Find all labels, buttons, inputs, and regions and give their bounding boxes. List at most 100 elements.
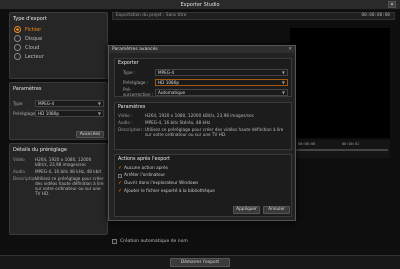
dialog-mode-select[interactable]: Automatique ▼ bbox=[155, 88, 288, 96]
scrub-track[interactable] bbox=[292, 149, 388, 151]
start-export-button[interactable]: Démarrer l'export bbox=[170, 258, 230, 267]
left-panel: Type d'export Fichier Disque Cloud Lecte… bbox=[9, 12, 108, 255]
dialog-preset-label: Préréglage : bbox=[123, 79, 149, 85]
video-label: Vidéo bbox=[13, 157, 25, 162]
player-icon bbox=[14, 53, 21, 60]
file-icon bbox=[14, 26, 21, 33]
video-preview bbox=[290, 28, 390, 138]
export-section-header: Exporter bbox=[118, 61, 139, 66]
parameters-panel: Paramètres Type MPEG-4 ▼ Préréglage HD 1… bbox=[9, 82, 108, 140]
preset-label: Préréglage bbox=[13, 110, 36, 116]
dialog-description-label: Description : bbox=[118, 127, 145, 132]
chevron-down-icon: ▼ bbox=[281, 79, 285, 85]
chevron-down-icon: ▼ bbox=[281, 89, 285, 95]
post-export-actions-section: Actions après l'export ✓ Aucune action a… bbox=[114, 154, 292, 217]
dialog-preset-value: HD 1080p bbox=[158, 79, 180, 85]
type-item-cloud[interactable]: Cloud bbox=[10, 43, 107, 52]
video-value: H264, 1920 x 1080, 12000 kBit/s, 23,98 i… bbox=[35, 157, 92, 167]
scrub-time-end: 00:00:01 bbox=[342, 142, 360, 146]
action-open-explorer[interactable]: ✓ Ouvrir dans l'explorateur Windows bbox=[115, 179, 291, 187]
action-shutdown[interactable]: Arrêter l'ordinateur bbox=[115, 172, 291, 179]
dialog-parameters-section: Paramètres Vidéo : H264, 1920 x 1080, 12… bbox=[114, 102, 292, 150]
audio-detail: Audio MPEG-4, 16 bits 48 kHz, 48 kbit bbox=[10, 168, 107, 175]
dialog-type-select[interactable]: MPEG-4 ▼ bbox=[155, 68, 288, 76]
dialog-preset-select[interactable]: HD 1080p ▼ bbox=[155, 78, 288, 86]
dialog-preset-row: Préréglage : HD 1080p ▼ bbox=[115, 78, 291, 86]
preset-details-panel: Détails du préréglage Vidéo H264, 1920 x… bbox=[9, 143, 108, 235]
preset-value: HD 1080p bbox=[38, 110, 60, 116]
type-item-label: Cloud bbox=[25, 44, 40, 51]
chevron-down-icon: ▼ bbox=[97, 110, 101, 116]
apply-button[interactable]: Appliquer bbox=[233, 206, 260, 214]
chevron-down-icon: ▼ bbox=[97, 100, 101, 106]
title-bar: Exporter Studio ✕ bbox=[0, 0, 400, 10]
type-select[interactable]: MPEG-4 ▼ bbox=[35, 99, 104, 107]
post-export-header: Actions après l'export bbox=[118, 157, 171, 162]
dialog-mode-value: Automatique bbox=[158, 89, 186, 95]
dialog-type-label: Type : bbox=[123, 69, 136, 75]
action-label: Ouvrir dans l'explorateur Windows bbox=[124, 180, 199, 186]
window-title: Exporter Studio bbox=[180, 2, 220, 8]
type-label: Type bbox=[13, 100, 23, 106]
dialog-video-label: Vidéo : bbox=[118, 113, 133, 118]
preset-details-header: Détails du préréglage bbox=[13, 147, 67, 153]
auto-name-option[interactable]: Création automatique de nom bbox=[112, 239, 188, 244]
export-type-panel: Type d'export Fichier Disque Cloud Lecte… bbox=[9, 12, 108, 79]
unchecked-box-icon bbox=[118, 173, 122, 178]
audio-label: Audio bbox=[13, 169, 25, 174]
export-section: Exporter Type : MPEG-4 ▼ Préréglage : HD… bbox=[114, 58, 292, 97]
preset-row: Préréglage HD 1080p ▼ bbox=[10, 109, 107, 117]
dialog-type-value: MPEG-4 bbox=[158, 69, 175, 75]
parameters-header: Paramètres bbox=[13, 86, 42, 92]
preview-header: Exportation du projet : Sans titre 00:00… bbox=[112, 12, 395, 20]
auto-name-label: Création automatique de nom bbox=[120, 239, 188, 244]
dialog-audio-value: MPEG-4, 16 bits Stéréo, 48 kHz bbox=[145, 120, 211, 125]
cancel-button[interactable]: Annuler bbox=[263, 206, 290, 214]
preview-title: Exportation du projet : Sans titre bbox=[116, 13, 187, 18]
description-value: Utilisez ce préréglage pour créer des vi… bbox=[35, 176, 104, 196]
dialog-type-row: Type : MPEG-4 ▼ bbox=[115, 68, 291, 76]
dialog-title-bar: Paramètres avancés ✕ bbox=[109, 46, 295, 53]
description-detail: Description Utilisez ce préréglage pour … bbox=[10, 175, 107, 197]
type-item-file[interactable]: Fichier bbox=[10, 25, 107, 34]
type-item-disc[interactable]: Disque bbox=[10, 34, 107, 43]
description-label: Description bbox=[13, 176, 37, 181]
scrub-bar[interactable]: 00:00:00 00:00:01 bbox=[290, 140, 390, 158]
action-add-library[interactable]: ✓ Ajouter le fichier exporté à la biblio… bbox=[115, 187, 291, 195]
advanced-button[interactable]: Avancées bbox=[76, 131, 104, 138]
type-item-label: Lecteur bbox=[25, 53, 44, 60]
action-label: Aucune action après bbox=[124, 165, 168, 171]
dialog-audio-row: Audio : MPEG-4, 16 bits Stéréo, 48 kHz bbox=[115, 119, 291, 126]
scrub-time-start: 00:00:00 bbox=[298, 142, 316, 146]
disc-icon bbox=[14, 35, 21, 42]
dialog-video-row: Vidéo : H264, 1920 x 1080, 12000 kBit/s,… bbox=[115, 112, 291, 119]
dialog-mode-row: Pré-surcorrection : Automatique ▼ bbox=[115, 87, 291, 97]
dialog-description-value: Utilisez ce préréglage pour créer des vi… bbox=[145, 127, 284, 137]
close-icon[interactable]: ✕ bbox=[288, 46, 292, 53]
advanced-settings-dialog: Paramètres avancés ✕ Exporter Type : MPE… bbox=[108, 45, 296, 221]
preview-timecode: 00:00:00:00 bbox=[361, 13, 390, 18]
dialog-mode-label: Pré-surcorrection : bbox=[123, 87, 154, 97]
action-label: Ajouter le fichier exporté à la biblioth… bbox=[124, 188, 215, 194]
dialog-video-value: H264, 1920 x 1080, 12000 kBit/s, 23,98 i… bbox=[145, 113, 254, 118]
type-item-label: Fichier bbox=[25, 26, 42, 33]
type-item-label: Disque bbox=[25, 35, 43, 42]
cloud-icon bbox=[14, 44, 21, 51]
chevron-down-icon: ▼ bbox=[281, 69, 285, 75]
type-item-player[interactable]: Lecteur bbox=[10, 52, 107, 61]
preset-select[interactable]: HD 1080p ▼ bbox=[35, 109, 104, 117]
export-type-header: Type d'export bbox=[13, 16, 47, 22]
dialog-audio-label: Audio : bbox=[118, 120, 133, 125]
auto-name-checkbox[interactable] bbox=[112, 239, 117, 244]
type-row: Type MPEG-4 ▼ bbox=[10, 99, 107, 107]
close-icon[interactable]: ✕ bbox=[388, 1, 396, 8]
video-detail: Vidéo H264, 1920 x 1080, 12000 kBit/s, 2… bbox=[10, 156, 107, 168]
footer: Démarrer l'export bbox=[0, 255, 400, 269]
action-no-action[interactable]: ✓ Aucune action après bbox=[115, 164, 291, 172]
type-value: MPEG-4 bbox=[38, 100, 55, 106]
action-label: Arrêter l'ordinateur bbox=[124, 173, 166, 178]
dialog-title: Paramètres avancés bbox=[112, 47, 158, 52]
dialog-description-row: Description : Utilisez ce préréglage pou… bbox=[115, 126, 291, 138]
audio-value: MPEG-4, 16 bits 48 kHz, 48 kbit bbox=[35, 169, 102, 174]
dialog-parameters-header: Paramètres bbox=[118, 105, 146, 110]
